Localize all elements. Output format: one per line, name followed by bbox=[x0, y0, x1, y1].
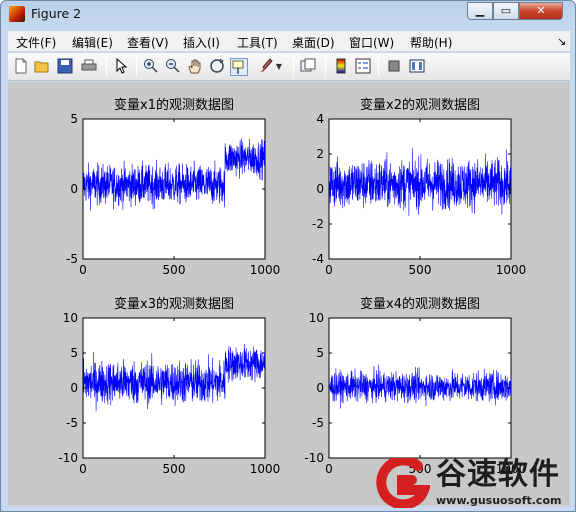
menu-insert[interactable]: 插入(I) bbox=[183, 34, 220, 51]
x-tick-label: 0 bbox=[325, 462, 333, 476]
brush-dropdown-icon[interactable]: ▼ bbox=[274, 58, 284, 76]
x-tick-label: 1000 bbox=[250, 263, 281, 277]
y-tick-label: 5 bbox=[70, 112, 78, 126]
x-tick-label: 0 bbox=[325, 263, 333, 277]
figure-canvas: 变量x1的观测数据图 0 500 1000 -5 0 5 变量x2的观测数据图 0 500 1000… bbox=[8, 82, 570, 506]
data-cursor-icon[interactable] bbox=[230, 58, 248, 76]
gusu-logo-icon bbox=[376, 458, 430, 508]
zoom-out-icon[interactable] bbox=[164, 58, 182, 76]
y-tick-label: -2 bbox=[312, 217, 324, 231]
subplot-2: 变量x2的观测数据图 0 500 1000 -4 -2 0 2 4 bbox=[312, 97, 526, 277]
subplot-title-3: 变量x3的观测数据图 bbox=[114, 296, 234, 312]
minimize-button[interactable]: ▁ bbox=[467, 2, 493, 20]
menu-window[interactable]: 窗口(W) bbox=[349, 34, 394, 51]
y-tick-label: -10 bbox=[58, 451, 78, 465]
y-tick-label: 10 bbox=[63, 311, 78, 325]
x-tick-label: 1000 bbox=[496, 263, 527, 277]
y-tick-label: 0 bbox=[316, 381, 324, 395]
y-tick-label: -5 bbox=[66, 416, 78, 430]
window-title: Figure 2 bbox=[31, 6, 82, 21]
title-bar[interactable]: Figure 2 ▁ ▭ ✕ bbox=[1, 1, 575, 27]
x-tick-label: 0 bbox=[79, 263, 87, 277]
x-tick-label: 0 bbox=[79, 462, 87, 476]
y-tick-label: -5 bbox=[66, 252, 78, 266]
subplot-3: 变量x3的观测数据图 0 500 1000 -10 -5 0 5 10 bbox=[58, 296, 280, 476]
figure-window: Figure 2 ▁ ▭ ✕ 文件(F) 编辑(E) 查看(V) 插入(I) 工… bbox=[0, 0, 576, 512]
menu-view[interactable]: 查看(V) bbox=[127, 34, 169, 51]
brush-icon[interactable] bbox=[256, 58, 274, 76]
subplot-title-2: 变量x2的观测数据图 bbox=[360, 97, 480, 113]
y-tick-label: 0 bbox=[316, 182, 324, 196]
x-tick-label: 1000 bbox=[250, 462, 281, 476]
y-tick-label: 5 bbox=[316, 346, 324, 360]
subplot-4: 变量x4的观测数据图0 500 1000-10-50510 bbox=[304, 296, 526, 476]
y-tick-label: 10 bbox=[309, 311, 324, 325]
rotate-3d-icon[interactable] bbox=[208, 58, 226, 76]
print-icon[interactable] bbox=[80, 58, 98, 76]
save-icon[interactable] bbox=[56, 58, 74, 76]
subplot-title-1: 变量x1的观测数据图 bbox=[114, 97, 234, 113]
maximize-button[interactable]: ▭ bbox=[493, 2, 519, 20]
menu-bar: 文件(F) 编辑(E) 查看(V) 插入(I) 工具(T) 桌面(D) 窗口(W… bbox=[8, 31, 570, 52]
colorbar-icon[interactable] bbox=[332, 58, 350, 76]
menu-help[interactable]: 帮助(H) bbox=[410, 34, 452, 51]
x-tick-label: 500 bbox=[409, 263, 432, 277]
y-tick-label: 5 bbox=[70, 346, 78, 360]
y-tick-label: 0 bbox=[70, 182, 78, 196]
edit-plot-arrow-icon[interactable] bbox=[112, 57, 130, 76]
watermark-brand-text: 谷速软件 bbox=[436, 457, 560, 492]
open-file-icon[interactable] bbox=[33, 58, 51, 76]
figure-toolbar: ▼ bbox=[8, 53, 570, 81]
y-tick-label: -5 bbox=[312, 416, 324, 430]
subplot-grid: 变量x1的观测数据图0 500 1000-505变量x2的观测数据图0 500 1000… bbox=[58, 97, 526, 476]
x-tick-label: 500 bbox=[163, 462, 186, 476]
y-tick-label: 0 bbox=[70, 381, 78, 395]
link-plot-icon[interactable] bbox=[299, 58, 317, 76]
pan-hand-icon[interactable] bbox=[186, 58, 204, 76]
new-figure-icon[interactable] bbox=[12, 58, 30, 76]
undock-arrow-icon[interactable]: ↘ bbox=[557, 35, 566, 48]
x-tick-label: 500 bbox=[163, 263, 186, 277]
y-tick-label: 2 bbox=[316, 147, 324, 161]
menu-tools[interactable]: 工具(T) bbox=[237, 34, 278, 51]
hide-plot-tools-icon[interactable] bbox=[385, 58, 403, 76]
subplot-1: 变量x1的观测数据图0 500 1000-505 bbox=[66, 97, 280, 277]
watermark-url: www.gusuosoft.com bbox=[436, 494, 562, 507]
y-tick-label: -4 bbox=[312, 252, 324, 266]
legend-icon[interactable] bbox=[354, 58, 372, 76]
y-tick-label: 4 bbox=[316, 112, 324, 126]
close-button[interactable]: ✕ bbox=[519, 2, 563, 20]
menu-edit[interactable]: 编辑(E) bbox=[72, 34, 113, 51]
subplot-title-4: 变量x4的观测数据图 bbox=[360, 296, 480, 312]
menu-file[interactable]: 文件(F) bbox=[16, 34, 56, 51]
menu-desktop[interactable]: 桌面(D) bbox=[292, 34, 335, 51]
matlab-icon bbox=[9, 6, 25, 22]
zoom-in-icon[interactable] bbox=[142, 58, 160, 76]
show-plot-tools-icon[interactable] bbox=[408, 58, 426, 76]
y-tick-label: -10 bbox=[304, 451, 324, 465]
